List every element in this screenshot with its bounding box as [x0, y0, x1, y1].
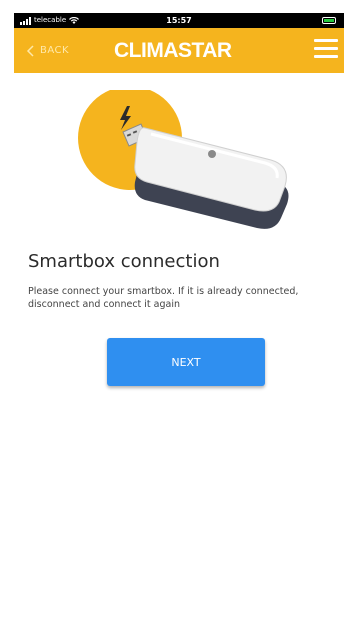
back-button[interactable]: BACK — [26, 28, 69, 73]
back-label: BACK — [40, 45, 70, 56]
page-title: Smartbox connection — [28, 251, 220, 272]
battery-icon — [322, 17, 336, 24]
app-header: BACK CLIMASTAR — [14, 28, 344, 73]
smartbox-device-icon — [78, 90, 289, 229]
next-button[interactable]: NEXT — [107, 338, 265, 386]
status-time: 15:57 — [166, 16, 192, 25]
hamburger-menu-icon[interactable] — [314, 39, 338, 61]
brand-logo: CLIMASTAR — [114, 39, 232, 62]
status-bar: telecable 15:57 — [14, 13, 344, 28]
chevron-left-icon — [26, 44, 34, 57]
page-description: Please connect your smartbox. If it is a… — [28, 286, 299, 310]
